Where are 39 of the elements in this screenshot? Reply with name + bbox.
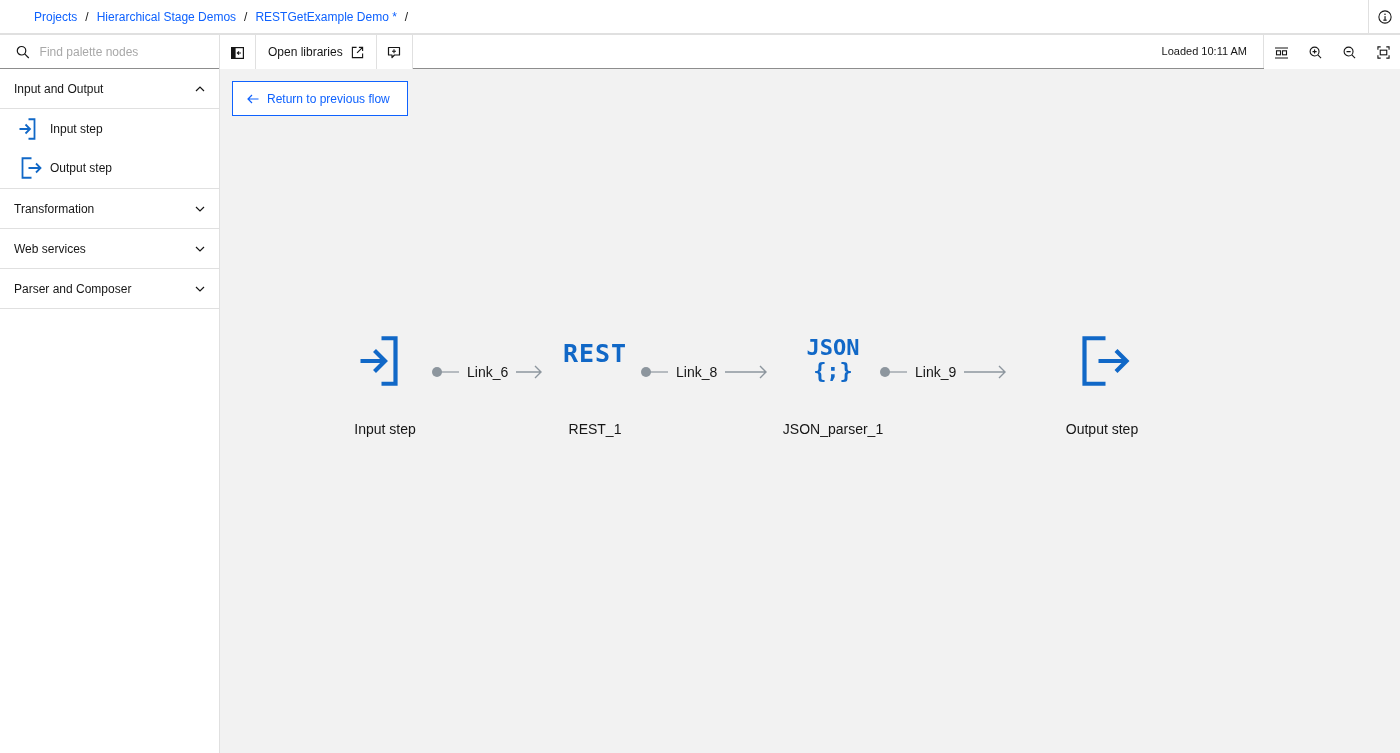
breadcrumb-separator: / (244, 8, 248, 26)
panel-icon (231, 46, 244, 59)
zoom-in-icon (1308, 46, 1322, 60)
node-icon-text: JSON (806, 335, 860, 359)
node-icon-text: {;} (813, 359, 853, 383)
breadcrumb-separator: / (404, 8, 409, 26)
link-label: Link_6 (467, 362, 509, 382)
launch-icon (350, 45, 364, 59)
status-text: Loaded 10:11 AM (1161, 44, 1247, 60)
search-icon (16, 45, 30, 59)
palette-item[interactable]: Input step (0, 109, 219, 148)
add-comment-button[interactable] (376, 35, 413, 69)
breadcrumb-separator: / (85, 8, 89, 26)
zoom-out-icon (1342, 46, 1356, 60)
link-label: Link_9 (915, 362, 957, 382)
arrow-left-icon (247, 93, 259, 104)
node-label: Input step (354, 420, 416, 439)
info-icon (1377, 9, 1392, 24)
open-libraries-button[interactable]: Open libraries (256, 35, 377, 69)
palette-item[interactable]: Output step (0, 148, 219, 187)
link-arrow (964, 365, 1007, 379)
breadcrumb-link[interactable]: Hierarchical Stage Demos (96, 7, 237, 26)
arrange-icon (1274, 46, 1288, 59)
return-button[interactable]: Return to previous flow (232, 81, 408, 116)
node-label: JSON_parser_1 (782, 420, 884, 439)
link-arrow (725, 365, 768, 379)
link-tail-drawing (640, 366, 668, 378)
link-tail-drawing (431, 366, 459, 378)
link-arrow (516, 365, 543, 379)
fit-to-screen-icon (1376, 46, 1390, 60)
breadcrumb-link[interactable]: RESTGetExample Demo * (255, 7, 397, 26)
link-tail-drawing (879, 366, 907, 378)
toggle-palette-button[interactable] (220, 35, 256, 69)
node-icon-text: REST (562, 340, 628, 366)
comment-add-icon (387, 46, 402, 60)
link-label: Link_8 (676, 362, 718, 382)
breadcrumb-link[interactable]: Projects (34, 7, 78, 26)
node-label: Output step (1065, 420, 1139, 439)
node-label: REST_1 (568, 420, 622, 439)
